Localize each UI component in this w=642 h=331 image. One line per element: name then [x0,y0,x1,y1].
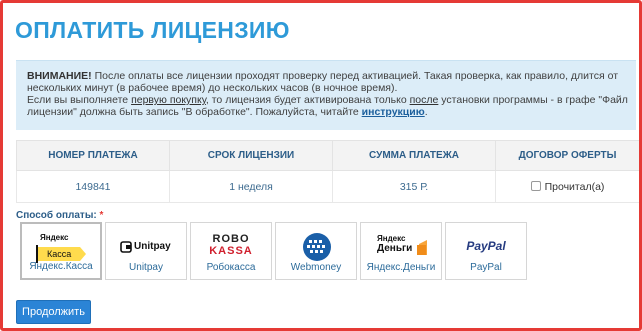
instruction-link[interactable]: инструкцию [362,106,425,118]
notice-box: ВНИМАНИЕ! После оплаты все лицензии прох… [16,60,636,130]
header-amount: СУММА ПЛАТЕЖА [332,140,496,171]
notice-line2-mid: , то лицензия будет активирована только [205,94,410,106]
notice-warning-label: ВНИМАНИЕ! [27,70,92,82]
offer-checkbox-label[interactable]: Прочитал(а) [545,181,605,193]
yandex-kassa-logo-bottom: Касса [47,249,72,259]
after-link[interactable]: после [410,94,439,106]
method-unitpay[interactable]: Unitpay Unitpay [105,222,187,280]
method-name: Яндекс.Деньги [366,262,436,273]
method-webmoney[interactable]: Webmoney [275,222,357,280]
unitpay-logo: Unitpay [106,231,186,263]
continue-button[interactable]: Продолжить [16,300,91,324]
payment-table: НОМЕР ПЛАТЕЖА СРОК ЛИЦЕНЗИИ СУММА ПЛАТЕЖ… [16,140,639,203]
header-license-period: СРОК ЛИЦЕНЗИИ [169,140,333,171]
header-offer: ДОГОВОР ОФЕРТЫ [495,140,639,171]
yandex-kassa-badge-shape [36,245,86,263]
page-title: ОПЛАТИТЬ ЛИЦЕНЗИЮ [15,17,290,43]
offer-checkbox[interactable] [530,180,541,191]
method-robokassa[interactable]: ROBO KASSA Робокасса [190,222,272,280]
yandex-kassa-logo: Яндекс Касса [22,232,100,264]
payment-amount: 315 Р. [332,170,496,203]
robokassa-logo: ROBO KASSA [191,231,271,263]
offer-cell: Прочитал(а) [495,170,639,203]
method-name: Unitpay [129,262,163,273]
header-payment-number: НОМЕР ПЛАТЕЖА [16,140,170,171]
payment-method-label-text: Способ оплаты: [16,210,97,221]
method-name: Webmoney [290,262,342,273]
method-yandex-kassa[interactable]: Яндекс Касса Яндекс.Касса [20,222,102,280]
paypal-logo: PayPal [446,231,526,263]
method-name: Яндекс.Касса [29,261,93,272]
method-name: PayPal [470,262,502,273]
notice-line2-end: . [424,106,428,118]
paypal-logo-text: PayPal [466,239,506,253]
required-mark: * [99,210,104,221]
notice-line1: После оплаты все лицензии проходят прове… [27,70,619,94]
license-period: 1 неделя [169,170,333,203]
method-yandex-money[interactable]: Яндекс Деньги Яндекс.Деньги [360,222,442,280]
first-purchase-link[interactable]: первую покупку [131,94,206,106]
robokassa-logo-bottom: KASSA [209,245,253,257]
robokassa-logo-top: ROBO [212,233,250,245]
unitpay-logo-text: Unitpay [134,241,171,252]
yandex-money-wallet-icon [417,240,427,255]
webmoney-globe-icon [276,231,356,263]
method-paypal[interactable]: PayPal PayPal [445,222,527,280]
payment-number: 149841 [16,170,170,203]
method-name: Робокасса [206,262,256,273]
yandex-money-logo: Яндекс Деньги [361,231,441,263]
payment-method-label: Способ оплаты: * [16,210,103,221]
webmoney-globe-shape [303,233,331,261]
payment-panel: ОПЛАТИТЬ ЛИЦЕНЗИЮ ВНИМАНИЕ! После оплаты… [0,0,642,331]
notice-line2-pre: Если вы выполняете [27,94,132,106]
table-header-row: НОМЕР ПЛАТЕЖА СРОК ЛИЦЕНЗИИ СУММА ПЛАТЕЖ… [16,140,639,171]
table-row: 149841 1 неделя 315 Р. Прочитал(а) [16,170,639,203]
